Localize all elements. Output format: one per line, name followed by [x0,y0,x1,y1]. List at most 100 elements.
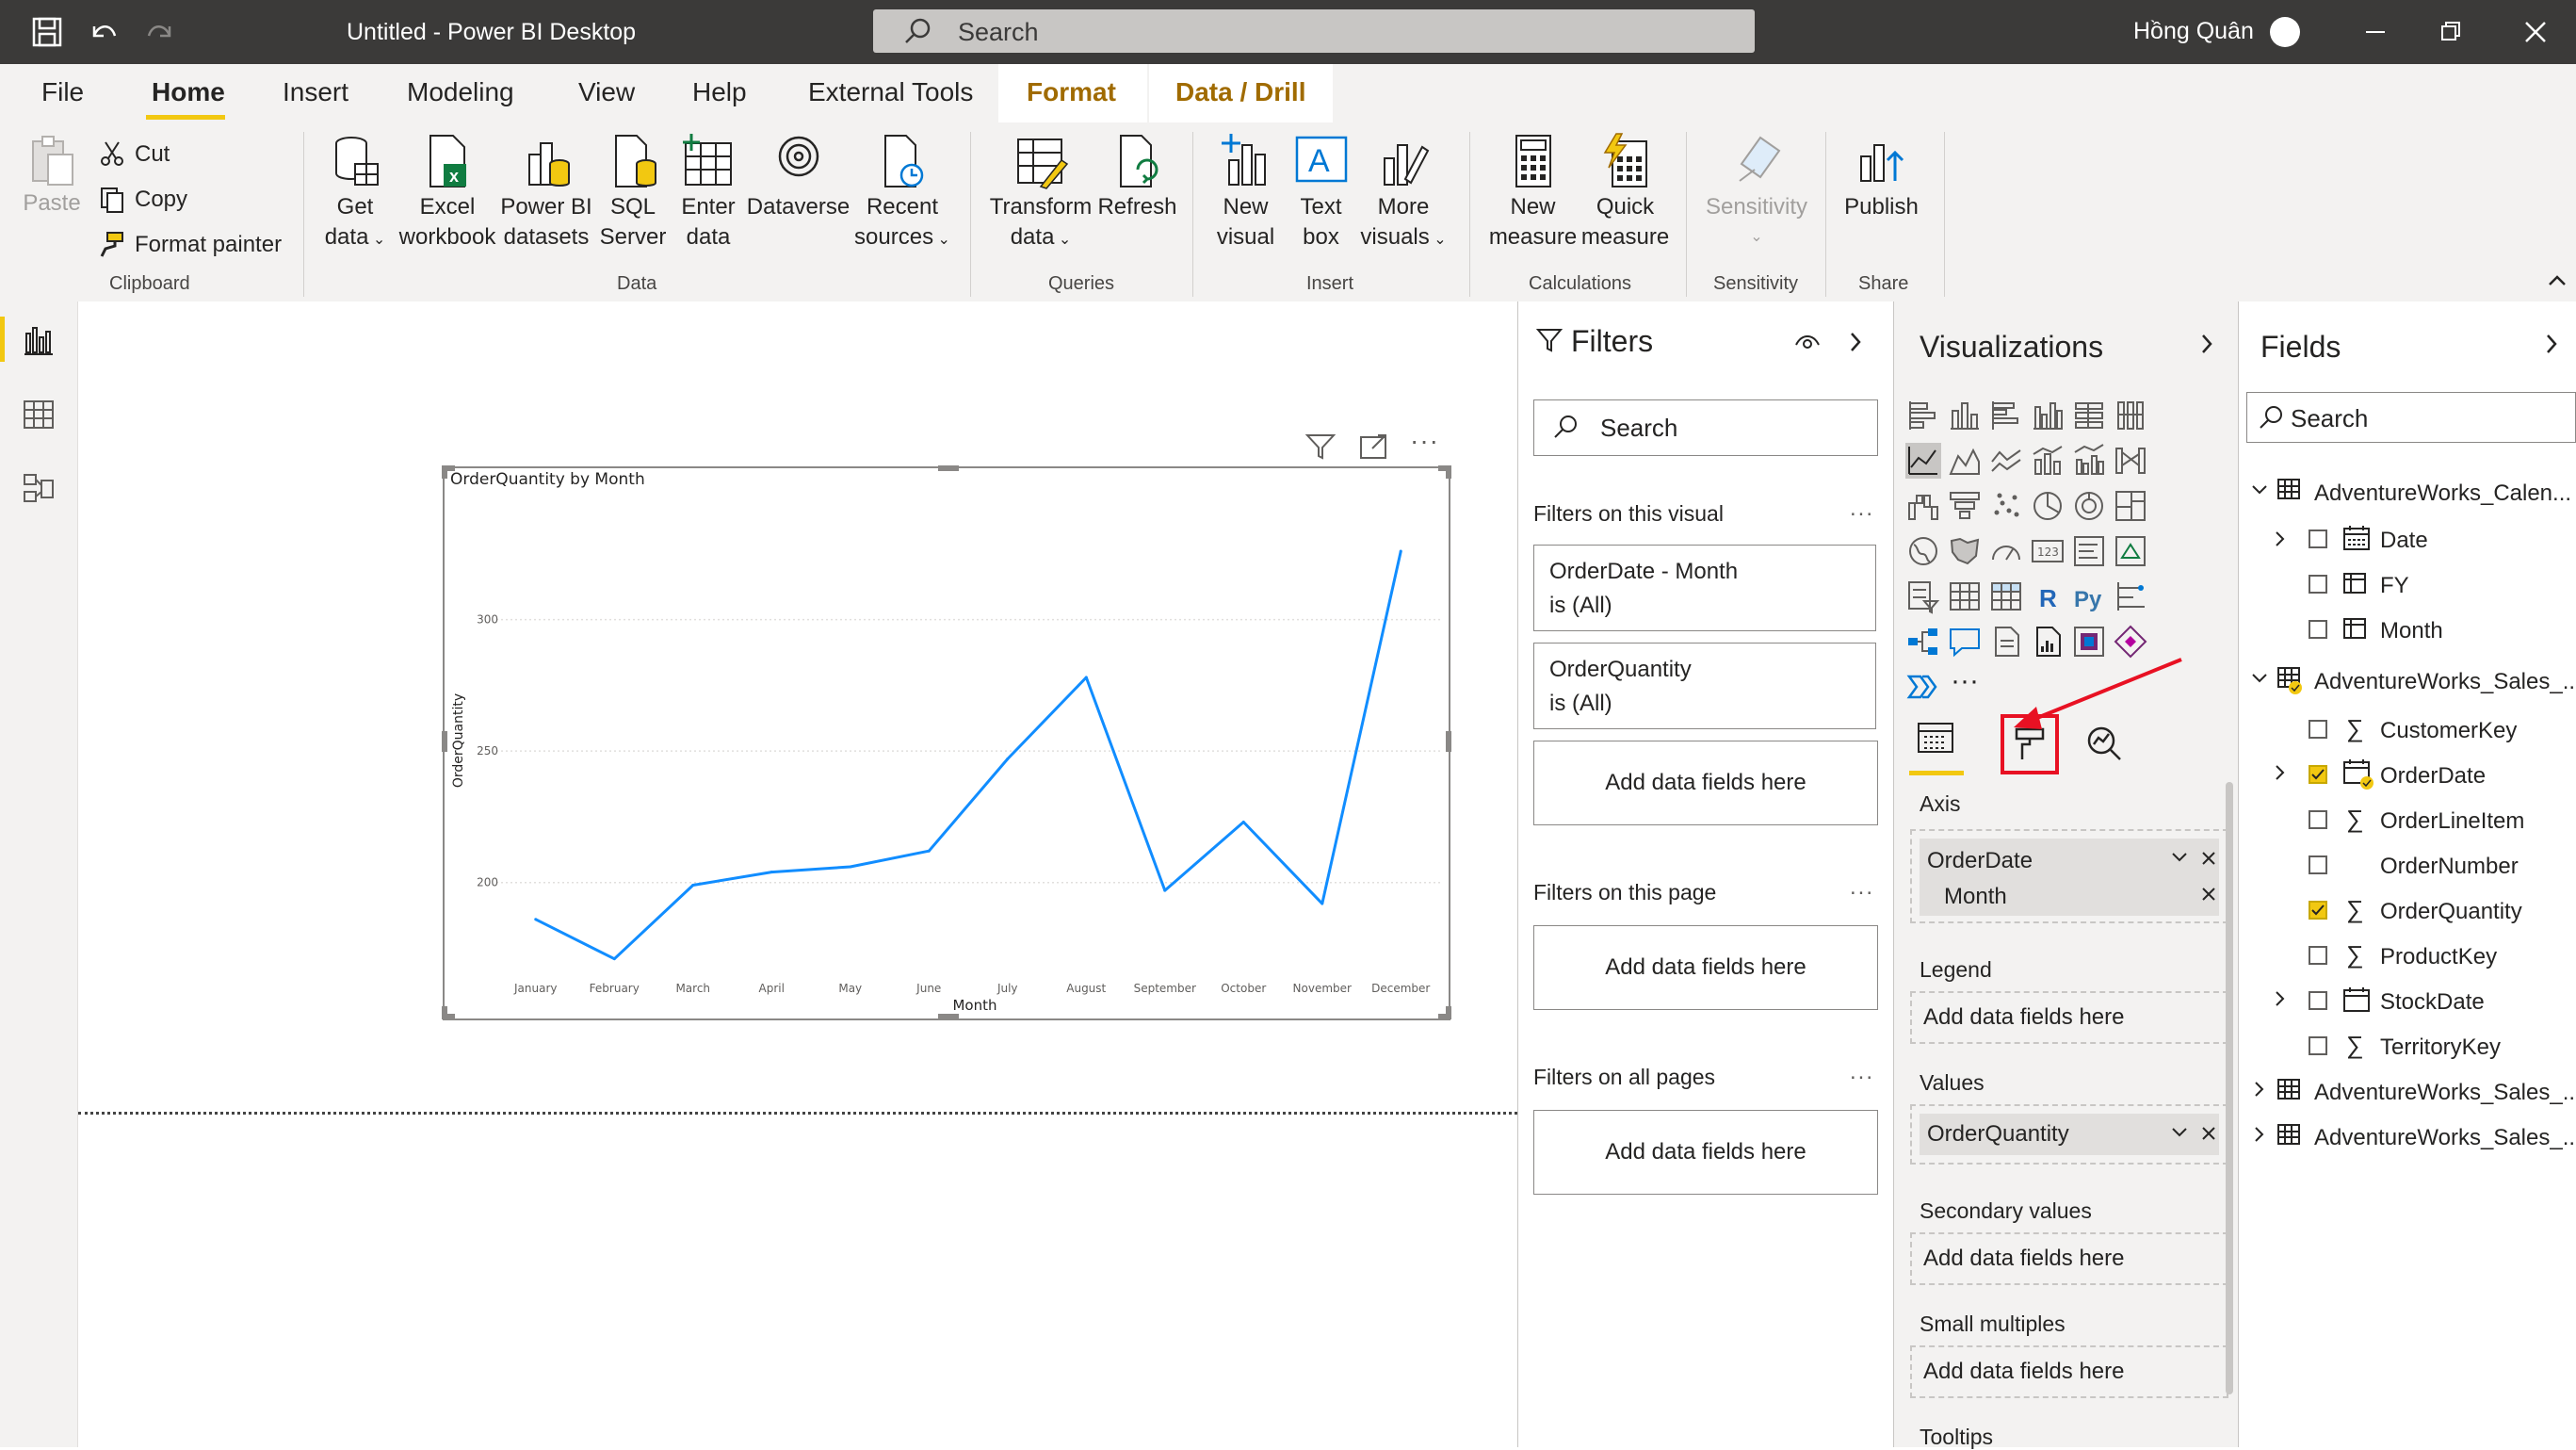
format-painter-button[interactable]: Format painter [135,232,282,258]
quick-measure-button[interactable]: Quick measure [1580,132,1670,253]
collapse-fields-icon[interactable] [2542,332,2561,356]
field-checkbox[interactable] [2309,810,2327,829]
sql-server-button[interactable]: SQL Server [595,132,671,253]
tab-data-drill[interactable]: Data / Drill [1175,77,1305,107]
cut-button[interactable]: Cut [135,141,170,168]
tab-view[interactable]: View [578,77,635,107]
fields-search-input[interactable]: Search [2246,392,2576,443]
tab-modeling[interactable]: Modeling [407,77,514,107]
more-options-icon[interactable]: ... [1850,1059,1874,1085]
field-orderlineitem[interactable]: OrderLineItem [2380,808,2524,835]
fields-well-tab-icon[interactable] [1915,716,1956,758]
funnel-chart-icon[interactable] [1947,488,1983,524]
area-chart-icon[interactable] [1947,443,1983,479]
data-view-icon[interactable] [21,398,57,432]
clustered-bar-chart-icon[interactable] [1988,398,2024,433]
slicer-icon[interactable] [1905,578,1941,614]
field-productkey[interactable]: ProductKey [2380,944,2497,970]
minimize-icon[interactable] [2355,11,2396,53]
save-icon[interactable] [28,13,66,51]
more-options-icon[interactable]: ··· [1410,426,1439,456]
eye-icon[interactable] [1794,332,1821,352]
chevron-right-icon[interactable] [2273,989,2288,1008]
chevron-down-icon[interactable] [2170,1125,2189,1140]
donut-chart-icon[interactable] [2071,488,2107,524]
enter-data-button[interactable]: Enter data [671,132,746,253]
dataverse-button[interactable]: Dataverse [744,132,852,222]
field-month[interactable]: Month [2380,618,2443,644]
chevron-down-icon[interactable] [2170,850,2189,865]
more-visuals-button[interactable]: More visuals ⌄ [1356,132,1450,255]
chevron-right-icon[interactable] [2273,763,2288,782]
filled-map-icon[interactable] [1947,533,1983,569]
publish-button[interactable]: Publish [1837,132,1926,222]
field-checkbox-checked[interactable] [2309,901,2327,920]
small-multiples-well[interactable]: Add data fields here [1910,1345,2228,1398]
user-name[interactable]: Hồng Quân [2133,18,2254,45]
field-checkbox-checked[interactable] [2309,765,2327,784]
line-and-clustered-column-chart-icon[interactable] [2071,443,2107,479]
more-options-icon[interactable]: ... [1850,874,1874,901]
transform-data-button[interactable]: Transform data ⌄ [984,132,1097,255]
r-visual-icon[interactable]: R [2030,578,2066,614]
close-icon[interactable] [2515,11,2556,53]
tab-format[interactable]: Format [1027,77,1116,107]
stacked-area-chart-icon[interactable] [1988,443,2024,479]
page-filters-drop-zone[interactable]: Add data fields here [1533,925,1878,1010]
filter-card-orderdate-month[interactable]: OrderDate - Month is (All) [1533,545,1876,631]
scatter-chart-icon[interactable] [1988,488,2024,524]
tab-insert[interactable]: Insert [283,77,348,107]
chevron-right-icon[interactable] [2252,1080,2267,1099]
card-icon[interactable]: 123 [2030,533,2066,569]
line-chart-icon[interactable] [1905,443,1941,479]
field-table-sales-2[interactable]: AdventureWorks_Sales_... [2314,1080,2576,1106]
chevron-down-icon[interactable] [2250,671,2269,686]
new-visual-button[interactable]: New visual [1206,132,1286,253]
focus-mode-icon[interactable] [1357,432,1391,462]
field-orderquantity[interactable]: OrderQuantity [2380,899,2522,925]
more-options-icon[interactable]: ... [1850,496,1874,522]
field-checkbox[interactable] [2309,855,2327,874]
tab-home[interactable]: Home [152,77,225,107]
redo-icon[interactable] [141,13,179,51]
pie-chart-icon[interactable] [2030,488,2066,524]
values-well[interactable]: OrderQuantity [1910,1104,2228,1165]
collapse-ribbon-icon[interactable] [2546,271,2568,290]
kpi-icon[interactable] [2113,533,2148,569]
tab-external-tools[interactable]: External Tools [808,77,973,107]
100-stacked-bar-chart-icon[interactable] [2071,398,2107,433]
report-view-icon[interactable] [21,324,57,358]
values-field-pill[interactable]: OrderQuantity [1920,1114,2219,1155]
remove-field-icon[interactable] [2200,1125,2217,1142]
qa-icon[interactable] [1947,624,1983,660]
get-data-button[interactable]: Get data ⌄ [317,132,393,255]
field-checkbox[interactable] [2309,575,2327,594]
collapse-filters-icon[interactable] [1846,330,1865,354]
new-measure-button[interactable]: New measure [1483,132,1582,253]
chevron-down-icon[interactable] [2250,482,2269,497]
line-chart-visual[interactable]: OrderQuantity by Month OrderQuantity Mon… [442,464,1455,1025]
field-checkbox[interactable] [2309,529,2327,548]
collapse-visualizations-icon[interactable] [2197,332,2216,356]
all-pages-filters-drop-zone[interactable]: Add data fields here [1533,1110,1878,1195]
avatar[interactable] [2270,17,2300,47]
paste-button[interactable]: Paste [19,132,85,219]
line-and-stacked-column-chart-icon[interactable] [2030,443,2066,479]
stacked-bar-chart-icon[interactable] [1905,398,1941,433]
key-influencers-icon[interactable] [2113,578,2148,614]
clustered-column-chart-icon[interactable] [2030,398,2066,433]
tab-file[interactable]: File [41,77,84,107]
table-icon[interactable] [1947,578,1983,614]
chevron-right-icon[interactable] [2252,1125,2267,1144]
excel-workbook-button[interactable]: x Excel workbook [396,132,499,253]
get-more-visuals-icon[interactable]: ··· [1951,665,1979,697]
field-table-calendar[interactable]: AdventureWorks_Calen... [2314,481,2571,507]
copy-button[interactable]: Copy [135,187,187,213]
ribbon-chart-icon[interactable] [2113,443,2148,479]
field-fy[interactable]: FY [2380,573,2409,599]
python-visual-icon[interactable]: Py [2071,578,2107,614]
field-date[interactable]: Date [2380,528,2428,554]
field-checkbox[interactable] [2309,720,2327,739]
stacked-column-chart-icon[interactable] [1947,398,1983,433]
visualizations-scrollbar[interactable] [2226,782,2233,1394]
